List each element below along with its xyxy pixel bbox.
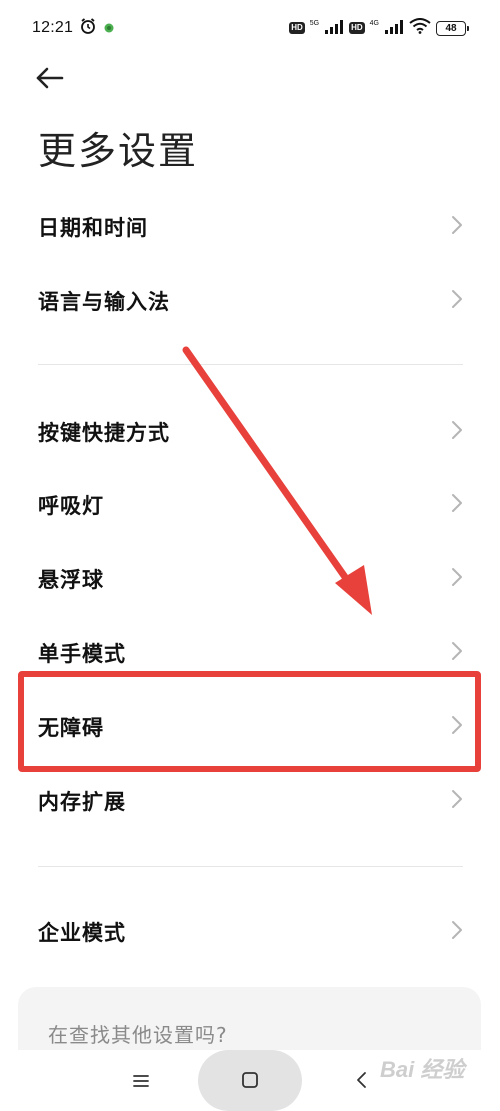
screen: 12:21 HD 5G HD 4G 48 更多设置 日期和时间 语言与输入法 按… [0,0,500,1111]
chevron-right-icon [450,789,464,813]
back-icon[interactable] [352,1068,372,1092]
list-item-label: 日期和时间 [38,216,148,240]
signal-icon [384,19,404,38]
signal-icon [324,19,344,38]
list-item-floating-ball[interactable]: 悬浮球 [0,542,500,616]
divider [38,364,463,365]
watermark: Bai 经验 [380,1057,465,1082]
battery-icon: 48 [436,20,469,36]
arrow-left-icon [34,66,64,94]
network-type-label: 4G [369,20,379,27]
list-item-language-input[interactable]: 语言与输入法 [0,264,500,338]
hd-badge: HD [349,22,365,34]
annotation-highlight-box [18,671,481,772]
chevron-right-icon [450,641,464,665]
status-bar-right: HD 5G HD 4G 48 [289,18,469,38]
chevron-right-icon [450,493,464,517]
status-bar-left: 12:21 [32,17,115,39]
list-item-date-time[interactable]: 日期和时间 [0,190,500,264]
list-item-enterprise-mode[interactable]: 企业模式 [0,895,500,969]
home-icon[interactable] [240,1070,260,1090]
list-item-label: 内存扩展 [38,790,126,814]
search-settings-prompt: 在查找其他设置吗? [48,1023,228,1047]
chevron-right-icon [450,215,464,239]
alarm-icon [79,17,97,39]
chevron-right-icon [450,567,464,591]
chevron-right-icon [450,920,464,944]
chevron-right-icon [450,420,464,444]
status-time: 12:21 [32,19,74,36]
hd-badge: HD [289,22,305,34]
notification-icon [103,19,115,38]
list-item-breathing-light[interactable]: 呼吸灯 [0,468,500,542]
list-item-key-shortcuts[interactable]: 按键快捷方式 [0,395,500,469]
list-item-label: 企业模式 [38,921,126,945]
list-item-label: 悬浮球 [38,568,104,592]
network-type-label: 5G [309,20,320,27]
menu-icon[interactable] [130,1070,152,1092]
chevron-right-icon [450,289,464,313]
list-item-label: 语言与输入法 [38,290,170,314]
wifi-icon [409,18,431,38]
list-item-label: 按键快捷方式 [38,421,170,445]
divider [38,866,463,867]
list-item-memory-extension[interactable]: 内存扩展 [0,764,500,838]
list-item-label: 呼吸灯 [38,494,104,518]
back-button[interactable] [34,60,74,100]
status-bar: 12:21 HD 5G HD 4G 48 [0,0,500,56]
page-title: 更多设置 [38,129,199,173]
list-item-label: 单手模式 [38,642,126,666]
